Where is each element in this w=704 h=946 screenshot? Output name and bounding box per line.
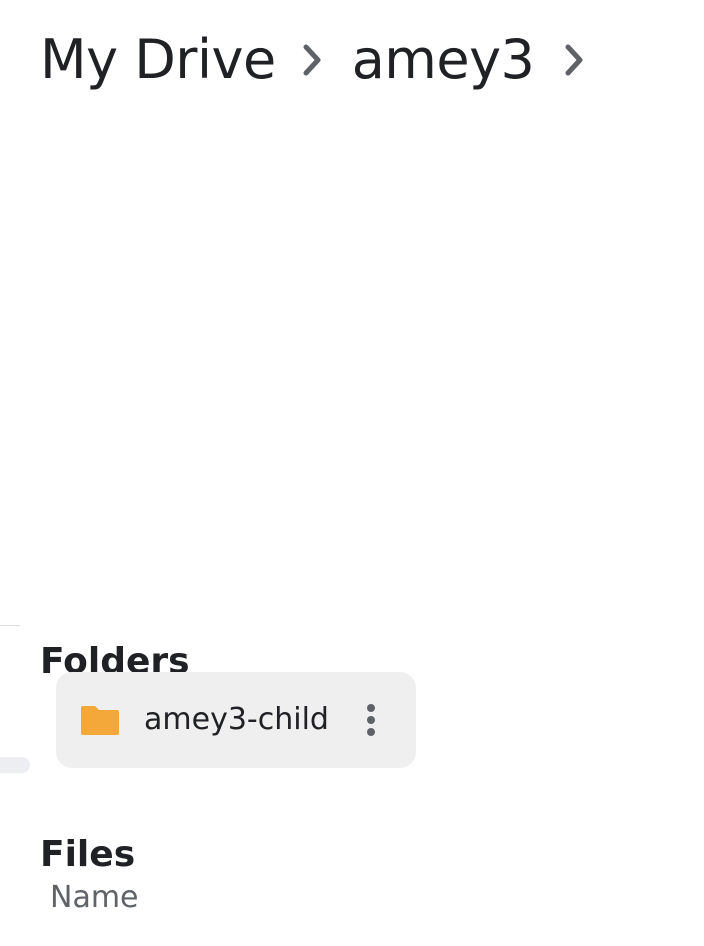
breadcrumb: My Drive amey3 bbox=[40, 28, 614, 92]
folder-card[interactable]: amey3-child bbox=[56, 672, 416, 768]
files-heading: Files bbox=[40, 833, 136, 875]
breadcrumb-amey3[interactable]: amey3 bbox=[352, 28, 535, 92]
folder-name: amey3-child bbox=[144, 702, 329, 737]
sidebar-item-highlight bbox=[0, 757, 30, 773]
more-vertical-icon[interactable] bbox=[356, 698, 386, 742]
chevron-right-icon[interactable] bbox=[552, 28, 596, 92]
sidebar-divider bbox=[0, 625, 20, 626]
folder-icon bbox=[80, 704, 120, 736]
drive-folder-page: My Drive amey3 Folders amey3-child Files… bbox=[0, 0, 704, 946]
column-header-name[interactable]: Name bbox=[50, 878, 139, 918]
breadcrumb-my-drive[interactable]: My Drive bbox=[40, 28, 276, 92]
chevron-right-icon bbox=[290, 28, 334, 92]
